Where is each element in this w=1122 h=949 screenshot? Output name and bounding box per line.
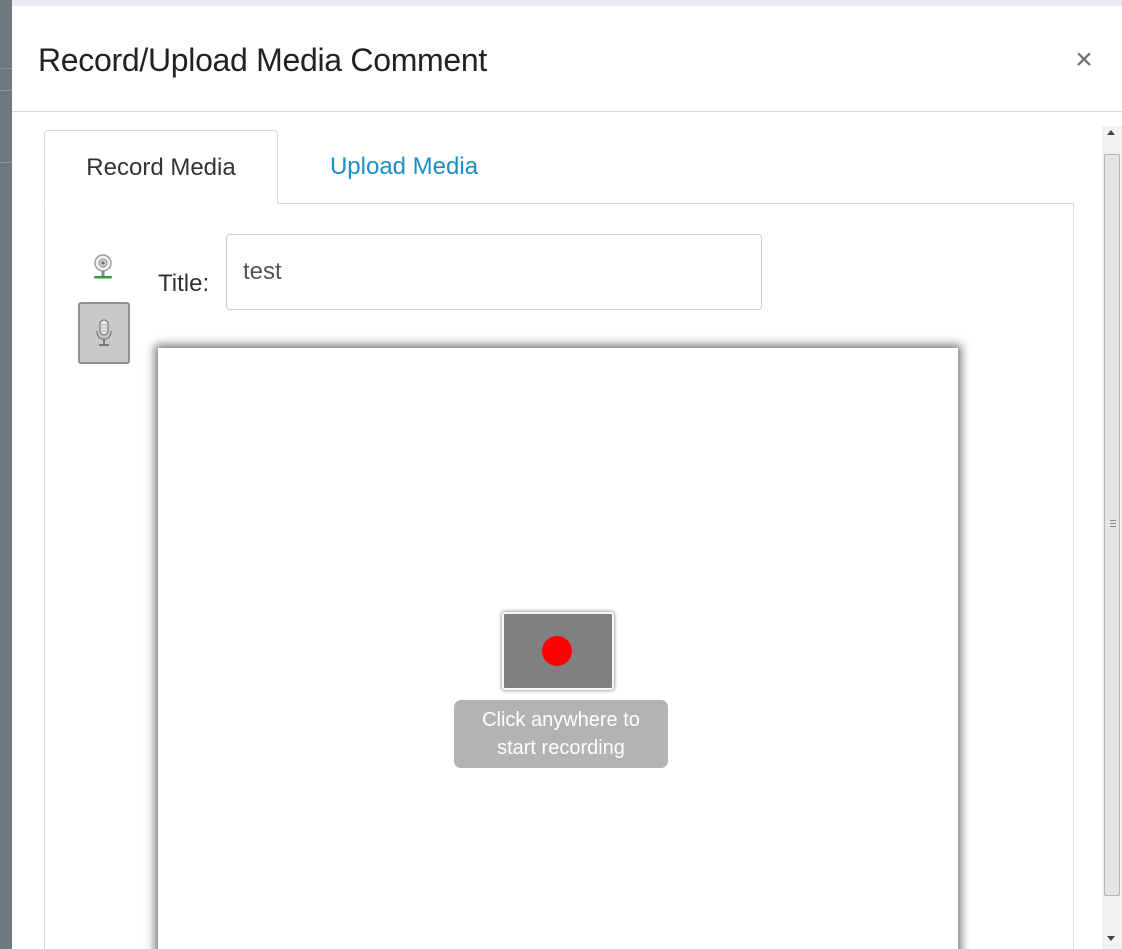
background-divider: [0, 90, 12, 91]
close-button[interactable]: ×: [1064, 40, 1104, 80]
background-divider: [0, 68, 12, 69]
record-hint-line-1: Click anywhere to: [482, 709, 640, 731]
record-hint: Click anywhere to start recording: [454, 700, 668, 768]
record-dot-icon: [542, 636, 572, 666]
title-label: Title:: [158, 270, 210, 297]
record-button[interactable]: [502, 612, 614, 690]
scroll-grip-line: [1110, 520, 1116, 521]
webcam-icon[interactable]: [90, 252, 116, 282]
background-page-edge: [0, 0, 12, 949]
title-input[interactable]: [226, 234, 762, 310]
scroll-down-arrow-icon[interactable]: [1107, 936, 1115, 941]
close-icon: ×: [1075, 43, 1093, 76]
background-divider: [0, 162, 12, 163]
scroll-grip-line: [1110, 523, 1116, 524]
microphone-button[interactable]: [78, 302, 130, 364]
tab-upload-media[interactable]: Upload Media: [294, 130, 514, 204]
microphone-icon: [96, 319, 112, 346]
scrollbar-thumb[interactable]: [1104, 154, 1120, 896]
dialog-title: Record/Upload Media Comment: [38, 42, 487, 78]
record-hint-line-2: start recording: [497, 737, 625, 759]
scroll-up-arrow-icon[interactable]: [1107, 130, 1115, 135]
page: Record/Upload Media Comment × Record Med…: [0, 0, 1122, 949]
dialog-header: Record/Upload Media Comment ×: [12, 6, 1122, 112]
scroll-grip-line: [1110, 526, 1116, 527]
tab-record-media[interactable]: Record Media: [44, 130, 278, 204]
media-comment-dialog: Record/Upload Media Comment × Record Med…: [12, 6, 1122, 949]
